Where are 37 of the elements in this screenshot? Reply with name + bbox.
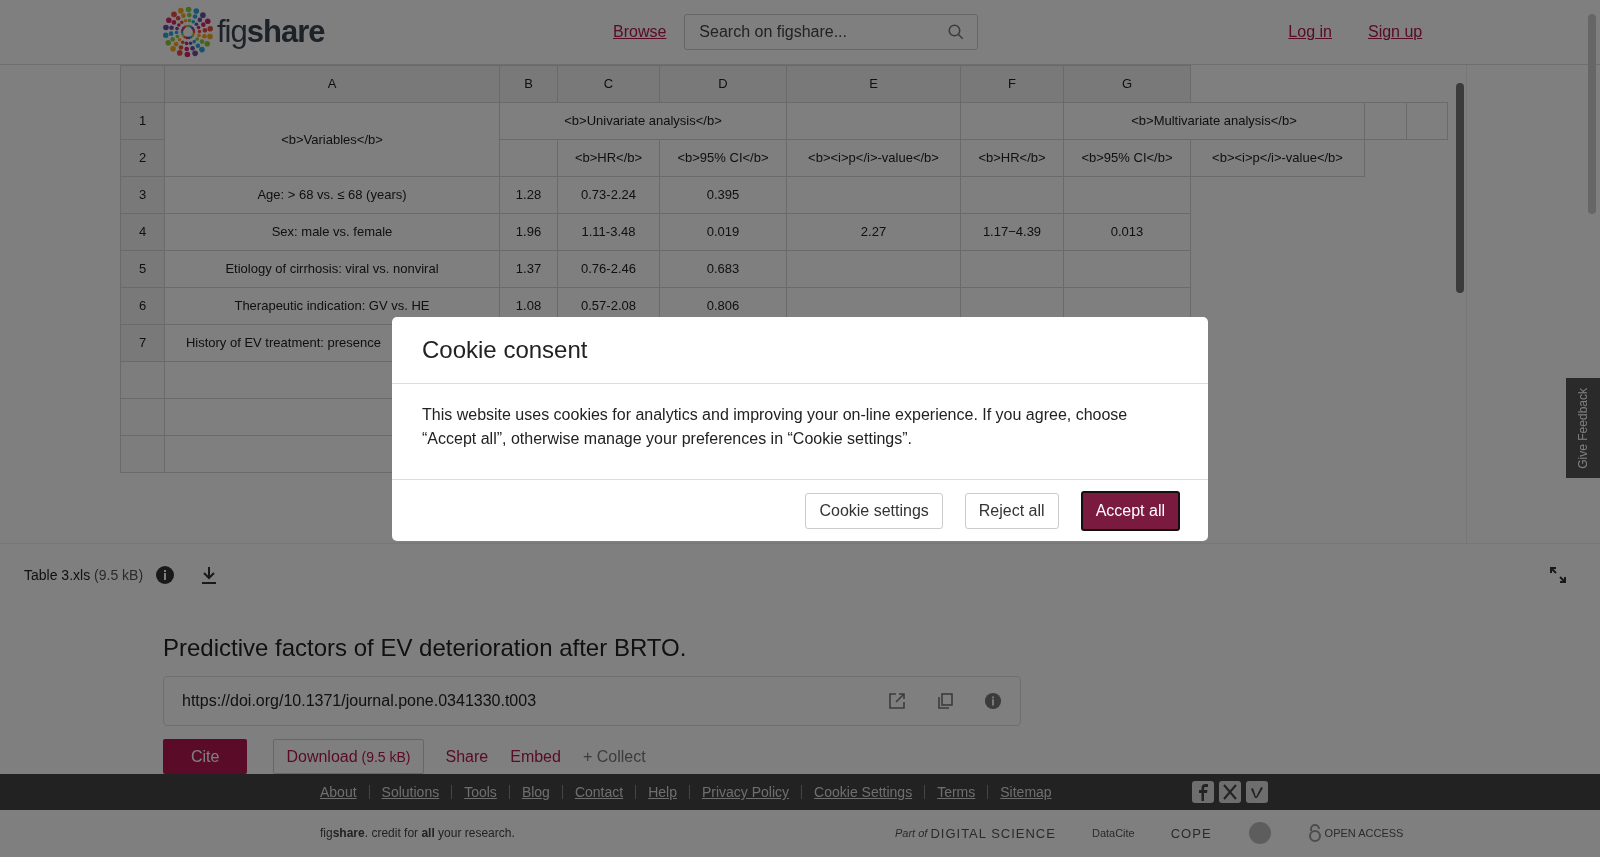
table-cell: 2.27 (786, 213, 961, 251)
table-cell: 0.683 (659, 250, 787, 288)
partner-label: Part of (895, 827, 928, 840)
table-cell: <b><i>p</i>-value</b> (1190, 139, 1365, 177)
table-cell: 0.013 (1063, 213, 1191, 251)
row-number: 7 (120, 324, 165, 362)
table-cell: <b>Multivariate analysis</b> (1063, 102, 1365, 140)
row-number: 6 (120, 287, 165, 325)
table-cell: <b>95% CI</b> (1063, 139, 1191, 177)
table-cell: 1.17−4.39 (960, 213, 1064, 251)
tagline: figshare. credit for all your research. (320, 826, 516, 841)
row-number: 1 (120, 102, 165, 140)
table-cell: 1.37 (499, 250, 558, 288)
table-cell: Age: > 68 vs. ≤ 68 (years) (164, 176, 500, 214)
table-cell: 0.73-2.24 (557, 176, 660, 214)
table-cell: <b>Univariate analysis</b> (499, 102, 787, 140)
table-cell: 0.019 (659, 213, 787, 251)
table-cell: Etiology of cirrhosis: viral vs. nonviral (164, 250, 500, 288)
table-cell: Sex: male vs. female (164, 213, 500, 251)
row-number: 2 (120, 139, 165, 177)
table-cell: 0.76-2.46 (557, 250, 660, 288)
table-cell: <b>95% CI</b> (659, 139, 787, 177)
logo-text: figshare (217, 14, 325, 50)
table-cell: <b><i>p</i>-value</b> (786, 139, 961, 177)
row-number: 5 (120, 250, 165, 288)
table-cell: 0.395 (659, 176, 787, 214)
table-cell: 1.11-3.48 (557, 213, 660, 251)
row-number: 3 (120, 176, 165, 214)
table-cell: <b>HR</b> (557, 139, 660, 177)
dialog-text: This website uses cookies for analytics and improving your on-line experience. If you agree, choose “Accept all”, otherwise manage your preferences in “Cookie settings”. (392, 384, 1208, 480)
table-cell: <b>Variables</b> (164, 102, 500, 177)
row-number: 4 (120, 213, 165, 251)
file-name: Table 3.xls (9.5 kB) (24, 567, 144, 584)
table-cell: 1.28 (499, 176, 558, 214)
table-cell: <b>HR</b> (960, 139, 1064, 177)
table-cell: 1.96 (499, 213, 558, 251)
item-title: Predictive factors of EV deterioration after BRTO. (163, 634, 688, 663)
